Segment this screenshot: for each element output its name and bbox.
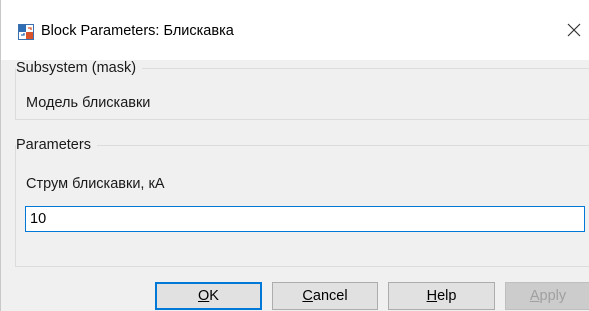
subsystem-group: Subsystem (mask): [15, 60, 589, 120]
close-button[interactable]: [561, 18, 587, 46]
simulink-block-icon: [18, 24, 34, 40]
subsystem-legend: Subsystem (mask): [16, 60, 137, 76]
lightning-current-label: Струм блискавки, кА: [26, 176, 165, 192]
block-parameters-dialog: Block Parameters: Блискавка Subsystem (m…: [0, 0, 589, 311]
title-bar[interactable]: Block Parameters: Блискавка: [1, 0, 589, 60]
close-icon: [567, 23, 581, 41]
window-title: Block Parameters: Блискавка: [41, 23, 234, 39]
apply-button[interactable]: Apply: [505, 282, 589, 310]
parameters-group: Parameters: [15, 137, 589, 267]
mask-description: Модель блискавки: [26, 95, 151, 111]
lightning-current-input[interactable]: [25, 206, 585, 232]
cancel-button[interactable]: Cancel: [272, 282, 378, 310]
ok-button[interactable]: OK: [155, 282, 262, 310]
parameters-legend: Parameters: [16, 137, 91, 153]
help-button[interactable]: Help: [388, 282, 495, 310]
